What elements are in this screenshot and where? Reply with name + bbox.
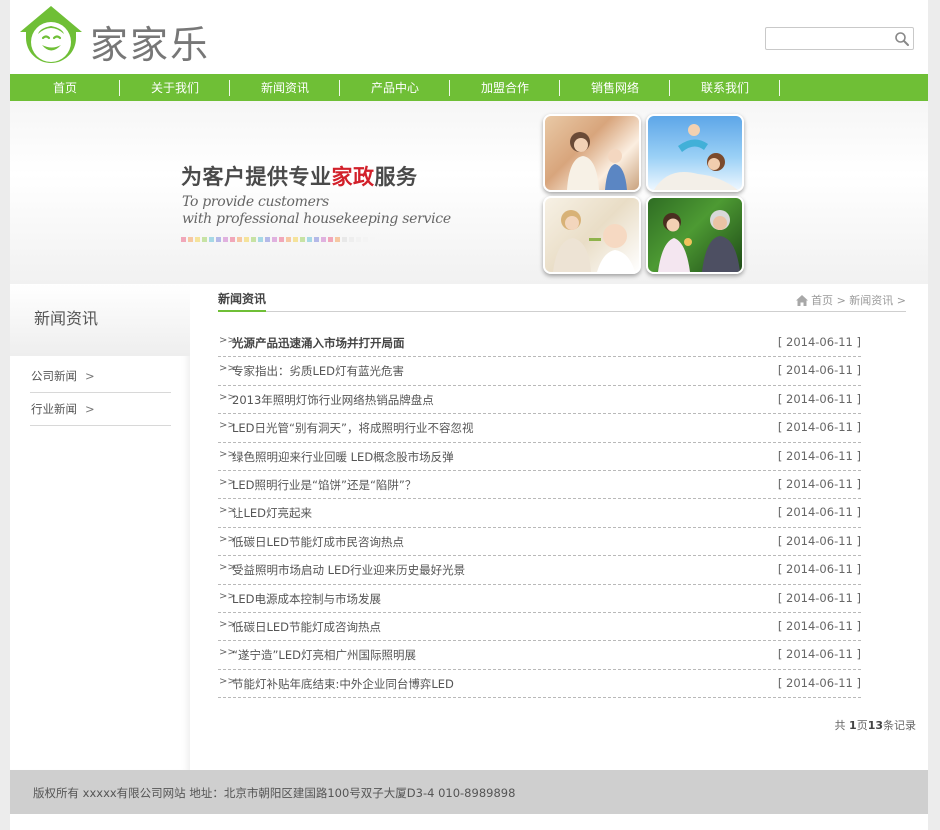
banner-photo-feeding-baby xyxy=(543,196,641,274)
news-date: [ 2014-06-11 ] xyxy=(777,505,861,520)
news-date: [ 2014-06-11 ] xyxy=(777,363,861,378)
news-title-link[interactable]: LED日光管“别有洞天”，将成照明行业不容忽视 xyxy=(232,420,473,436)
sidebar-item-label: 公司新闻 xyxy=(31,369,77,383)
footer-copyright: 版权所有 xxxxx有限公司网站 地址：北京市朝阳区建国路100号双子大厦D3-… xyxy=(33,786,516,800)
news-row[interactable]: >> “遂宁造”LED灯亮相广州国际照明展[ 2014-06-11 ] xyxy=(218,641,861,670)
banner-title: 为客户提供专业家政服务 xyxy=(181,165,418,189)
news-row[interactable]: >> 让LED灯亮起来[ 2014-06-11 ] xyxy=(218,499,861,528)
nav-item-sales-network[interactable]: 销售网络 xyxy=(560,74,670,101)
news-row[interactable]: >> 低碳日LED节能灯成市民咨询热点[ 2014-06-11 ] xyxy=(218,528,861,557)
section-title: 新闻资讯 xyxy=(218,290,267,312)
news-title-link[interactable]: 专家指出：劣质LED灯有蓝光危害 xyxy=(232,363,404,379)
news-row[interactable]: >> LED日光管“别有洞天”，将成照明行业不容忽视[ 2014-06-11 ] xyxy=(218,414,861,443)
news-row[interactable]: >> 光源产品迅速涌入市场并打开局面[ 2014-06-11 ] xyxy=(218,329,861,358)
sidebar-item-company-news[interactable]: 公司新闻 > xyxy=(30,360,171,393)
breadcrumb-home-link[interactable]: 首页 xyxy=(811,294,833,307)
news-title-link[interactable]: 让LED灯亮起来 xyxy=(232,505,312,521)
news-date: [ 2014-06-11 ] xyxy=(777,335,861,349)
news-date: [ 2014-06-11 ] xyxy=(777,391,861,406)
breadcrumb-separator: > xyxy=(836,294,846,307)
hero-banner: 为客户提供专业家政服务 To provide customers with pr… xyxy=(10,101,928,284)
brand-logo-icon[interactable] xyxy=(16,4,86,68)
breadcrumb: 首页 > 新闻资讯 > xyxy=(796,292,906,309)
search-input[interactable] xyxy=(766,28,891,49)
news-date: [ 2014-06-11 ] xyxy=(777,618,861,633)
nav-item-products[interactable]: 产品中心 xyxy=(340,74,450,101)
news-title-link[interactable]: 受益照明市场启动 LED行业迎来历史最好光景 xyxy=(232,562,465,578)
nav-item-about[interactable]: 关于我们 xyxy=(120,74,230,101)
nav-item-franchise[interactable]: 加盟合作 xyxy=(450,74,560,101)
content-header: 新闻资讯 首页 > 新闻资讯 > xyxy=(218,288,906,312)
site-header: 家家乐 xyxy=(10,0,928,74)
news-title-link[interactable]: 低碳日LED节能灯成咨询热点 xyxy=(232,619,381,635)
news-title-link[interactable]: 节能灯补贴年底结束:中外企业同台博弈LED xyxy=(232,676,454,692)
news-date: [ 2014-06-11 ] xyxy=(777,675,861,690)
page-number: 1 xyxy=(849,719,857,732)
banner-color-dots xyxy=(181,237,375,243)
news-date: [ 2014-06-11 ] xyxy=(777,476,861,491)
banner-subtitle-line2: with professional housekeeping service xyxy=(182,211,451,227)
brand-name[interactable]: 家家乐 xyxy=(90,14,210,69)
news-list: >> 光源产品迅速涌入市场并打开局面[ 2014-06-11 ] >> 专家指出：劣… xyxy=(218,329,861,699)
news-title-link[interactable]: 光源产品迅速涌入市场并打开局面 xyxy=(232,335,405,351)
news-row[interactable]: >> LED电源成本控制与市场发展[ 2014-06-11 ] xyxy=(218,585,861,613)
news-row[interactable]: >> 低碳日LED节能灯成咨询热点[ 2014-06-11 ] xyxy=(218,613,861,642)
page: 家家乐 首页 关于我们 新闻资讯 产品中心 加盟合作 销售网络 联系我们 为客户… xyxy=(10,0,928,830)
search-box[interactable] xyxy=(765,27,914,50)
news-row[interactable]: >> 专家指出：劣质LED灯有蓝光危害[ 2014-06-11 ] xyxy=(218,357,861,386)
news-date: [ 2014-06-11 ] xyxy=(777,590,861,605)
home-icon[interactable] xyxy=(796,295,809,309)
nav-item-news[interactable]: 新闻资讯 xyxy=(230,74,340,101)
breadcrumb-current-link[interactable]: 新闻资讯 xyxy=(849,294,893,307)
banner-photo-mother-son-sky xyxy=(646,114,744,192)
news-date: [ 2014-06-11 ] xyxy=(777,533,861,548)
news-title-link[interactable]: 绿色照明迎来行业回暖 LED概念股市场反弹 xyxy=(232,449,454,465)
nav-item-contact[interactable]: 联系我们 xyxy=(670,74,780,101)
chevron-right-icon: > xyxy=(85,369,95,383)
sidebar-item-label: 行业新闻 xyxy=(31,402,77,416)
nav-item-home[interactable]: 首页 xyxy=(10,74,120,101)
pagination-summary: 共 1页13条记录 xyxy=(834,719,916,732)
news-row[interactable]: >> LED照明行业是“馅饼”还是“陷阱”？[ 2014-06-11 ] xyxy=(218,471,861,500)
news-date: [ 2014-06-11 ] xyxy=(777,420,861,435)
chevron-right-icon: > xyxy=(85,402,95,416)
sidebar-title: 新闻资讯 xyxy=(34,309,99,328)
record-count: 13 xyxy=(867,719,883,732)
news-date: [ 2014-06-11 ] xyxy=(777,448,861,463)
news-title-link[interactable]: 2013年照明灯饰行业网络热销品牌盘点 xyxy=(232,392,434,408)
breadcrumb-separator: > xyxy=(896,294,906,307)
news-date: [ 2014-06-11 ] xyxy=(777,562,861,577)
sidebar-header: 新闻资讯 xyxy=(10,284,190,356)
news-title-link[interactable]: “遂宁造”LED灯亮相广州国际照明展 xyxy=(232,647,416,663)
news-row[interactable]: >> 受益照明市场启动 LED行业迎来历史最好光景[ 2014-06-11 ] xyxy=(218,556,861,585)
news-row[interactable]: >> 节能灯补贴年底结束:中外企业同台博弈LED[ 2014-06-11 ] xyxy=(218,670,861,699)
news-title-link[interactable]: LED电源成本控制与市场发展 xyxy=(232,591,381,607)
sidebar: 新闻资讯 公司新闻 > 行业新闻 > xyxy=(10,284,190,770)
news-date: [ 2014-06-11 ] xyxy=(777,647,861,662)
banner-subtitle-line1: To provide customers xyxy=(182,194,329,210)
site-footer: 版权所有 xxxxx有限公司网站 地址：北京市朝阳区建国路100号双子大厦D3-… xyxy=(10,770,928,814)
main-content: 新闻资讯 首页 > 新闻资讯 > > > 光源产品迅速涌入市场并打开局面 [ 2014… xyxy=(200,284,928,770)
page-bottom xyxy=(10,814,928,830)
main-nav: 首页 关于我们 新闻资讯 产品中心 加盟合作 销售网络 联系我们 xyxy=(10,74,928,101)
banner-photo-girl-grandfather xyxy=(646,196,744,274)
news-title-link[interactable]: LED照明行业是“馅饼”还是“陷阱”？ xyxy=(232,477,416,493)
news-row[interactable]: >> 2013年照明灯饰行业网络热销品牌盘点[ 2014-06-11 ] xyxy=(218,386,861,415)
sidebar-item-industry-news[interactable]: 行业新闻 > xyxy=(30,393,171,426)
search-icon[interactable] xyxy=(894,31,910,47)
news-row[interactable]: >> 绿色照明迎来行业回暖 LED概念股市场反弹[ 2014-06-11 ] xyxy=(218,443,861,471)
banner-photo-mother-child xyxy=(543,114,641,192)
nav-divider xyxy=(779,80,780,96)
news-title-link[interactable]: 低碳日LED节能灯成市民咨询热点 xyxy=(232,534,404,550)
